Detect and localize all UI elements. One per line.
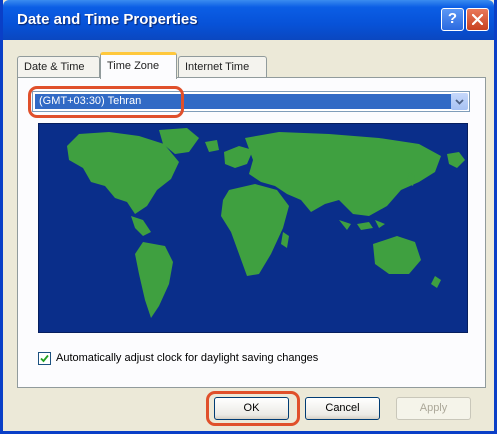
- world-map: [38, 123, 468, 333]
- chevron-down-icon: [455, 99, 464, 105]
- title-bar[interactable]: Date and Time Properties ?: [3, 0, 494, 40]
- timezone-highlight-annotation: [28, 86, 184, 118]
- checkmark-icon: [40, 354, 49, 363]
- dropdown-arrow-button[interactable]: [451, 93, 468, 110]
- cancel-button[interactable]: Cancel: [305, 397, 380, 420]
- tab-date-time[interactable]: Date & Time: [17, 56, 100, 78]
- window-title: Date and Time Properties: [17, 11, 198, 28]
- ok-highlight-annotation: [206, 391, 300, 426]
- close-icon: [472, 14, 483, 25]
- world-map-graphic: [67, 128, 465, 318]
- help-icon: ?: [447, 10, 458, 27]
- time-zone-panel: (GMT+03:30) Tehran Automatically adjust …: [17, 77, 486, 388]
- close-button[interactable]: [466, 8, 489, 31]
- apply-button[interactable]: Apply: [396, 397, 471, 420]
- daylight-saving-checkbox[interactable]: [38, 352, 51, 365]
- tab-time-zone[interactable]: Time Zone: [100, 52, 177, 79]
- dialog-window: Date and Time Properties ? Date & Time T…: [0, 0, 497, 434]
- tab-internet-time[interactable]: Internet Time: [178, 56, 267, 78]
- daylight-saving-label: Automatically adjust clock for daylight …: [56, 352, 319, 364]
- help-button[interactable]: ?: [441, 8, 464, 31]
